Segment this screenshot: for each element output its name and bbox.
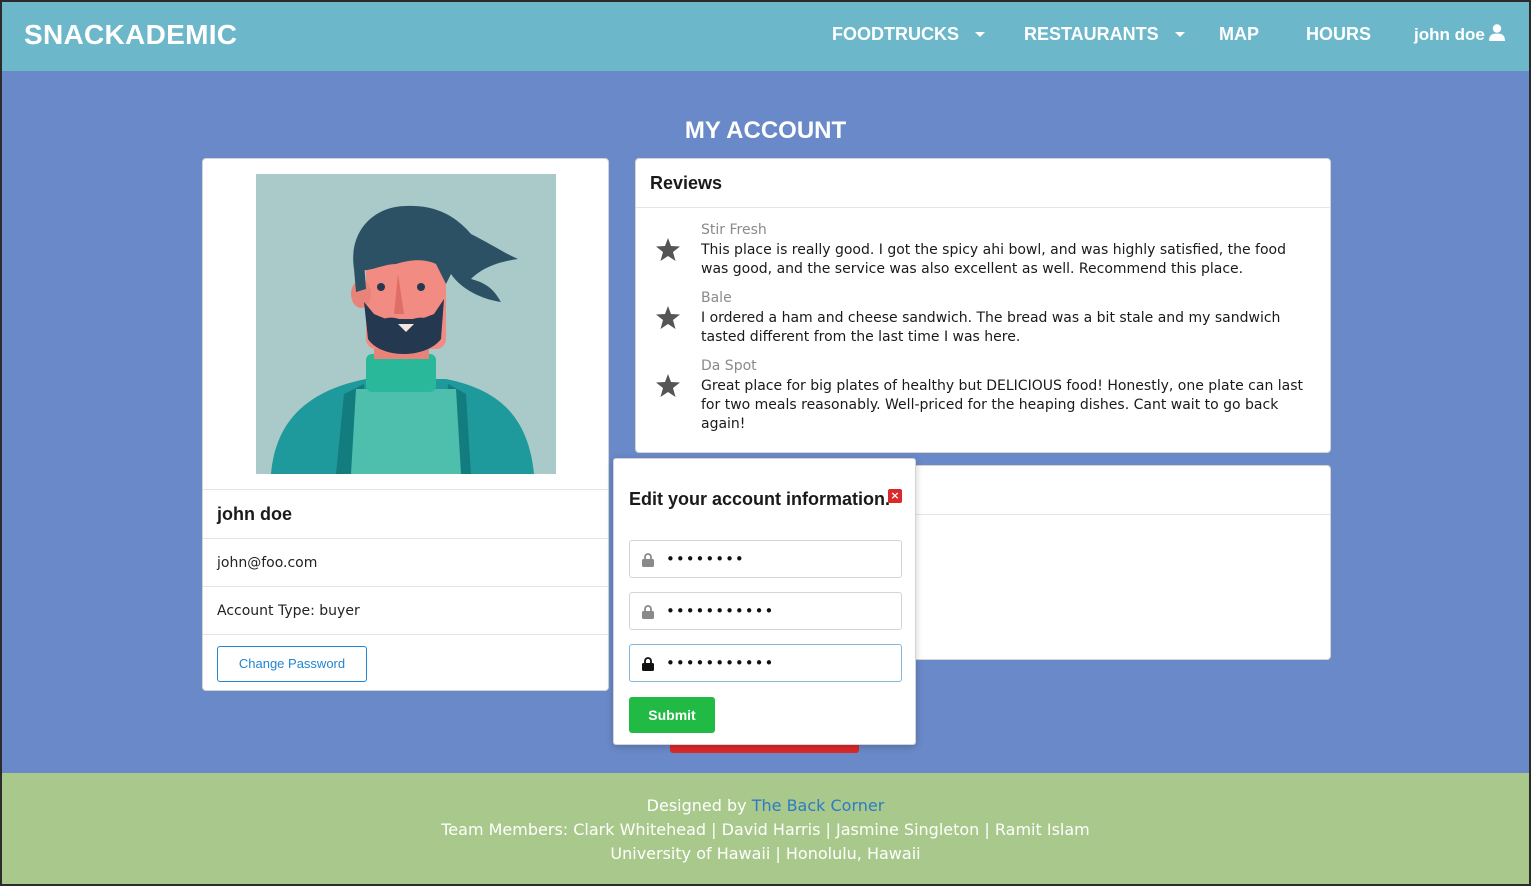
- review-restaurant: Stir Fresh: [701, 222, 767, 238]
- star-icon: [656, 238, 680, 265]
- lock-icon: [642, 656, 654, 675]
- avatar: [256, 174, 556, 474]
- new-password-field[interactable]: [629, 592, 902, 630]
- submit-button[interactable]: Submit: [629, 697, 715, 733]
- reviews-card: Reviews Stir Fresh This place is really …: [635, 158, 1331, 453]
- nav-user-label: john doe: [1414, 25, 1485, 44]
- nav-map[interactable]: MAP: [1219, 24, 1259, 45]
- review-restaurant: Bale: [701, 290, 732, 306]
- edit-account-modal: Edit your account information. × Submit: [613, 458, 916, 745]
- profile-name: john doe: [203, 489, 608, 538]
- nav-hours-label: HOURS: [1306, 24, 1372, 44]
- confirm-password-input[interactable]: [666, 647, 896, 679]
- footer-designed-by: Designed by The Back Corner: [2, 794, 1529, 818]
- footer-team-link[interactable]: The Back Corner: [752, 796, 885, 815]
- nav-restaurants-label: RESTAURANTS: [1024, 24, 1159, 44]
- review-restaurant: Da Spot: [701, 358, 757, 374]
- confirm-password-field[interactable]: [629, 644, 902, 682]
- nav-foodtrucks[interactable]: FOODTRUCKS: [832, 24, 985, 45]
- profile-actions: Change Password: [203, 634, 608, 692]
- reviews-header: Reviews: [636, 159, 1330, 208]
- star-icon: [656, 306, 680, 333]
- user-icon: [1488, 24, 1505, 46]
- navbar: SNACKADEMIC FOODTRUCKS RESTAURANTS MAP H…: [2, 2, 1529, 71]
- review-text: This place is really good. I got the spi…: [701, 242, 1286, 277]
- lock-icon: [642, 552, 654, 571]
- caret-down-icon: [975, 32, 985, 37]
- footer-designed-by-prefix: Designed by: [646, 796, 752, 815]
- profile-email: john@foo.com: [203, 538, 608, 586]
- profile-account-type: Account Type: buyer: [203, 586, 608, 634]
- footer-team-members: Team Members: Clark Whitehead | David Ha…: [441, 820, 1090, 839]
- app-frame: SNACKADEMIC FOODTRUCKS RESTAURANTS MAP H…: [2, 2, 1529, 884]
- caret-down-icon: [1174, 32, 1185, 37]
- lock-icon: [642, 604, 654, 623]
- nav-map-label: MAP: [1219, 24, 1259, 44]
- footer: Designed by The Back Corner Team Members…: [2, 773, 1529, 884]
- nav-hours[interactable]: HOURS: [1306, 24, 1371, 45]
- modal-title: Edit your account information.: [629, 489, 891, 509]
- star-icon: [656, 374, 680, 401]
- nav-foodtrucks-label: FOODTRUCKS: [832, 24, 959, 44]
- brand-logo[interactable]: SNACKADEMIC: [24, 19, 237, 51]
- footer-location: University of Hawaii | Honolulu, Hawaii: [610, 844, 921, 863]
- page-title: MY ACCOUNT: [684, 117, 847, 144]
- current-password-field[interactable]: [629, 540, 902, 578]
- new-password-input[interactable]: [666, 595, 896, 627]
- review-text: Great place for big plates of healthy bu…: [701, 378, 1304, 432]
- review-text: I ordered a ham and cheese sandwich. The…: [701, 310, 1281, 345]
- profile-card: john doe john@foo.com Account Type: buye…: [202, 158, 609, 691]
- close-icon[interactable]: ×: [888, 489, 902, 503]
- nav-restaurants[interactable]: RESTAURANTS: [1024, 24, 1185, 45]
- current-password-input[interactable]: [666, 543, 896, 575]
- nav-user-menu[interactable]: john doe: [1414, 24, 1505, 46]
- change-password-button[interactable]: Change Password: [217, 645, 367, 682]
